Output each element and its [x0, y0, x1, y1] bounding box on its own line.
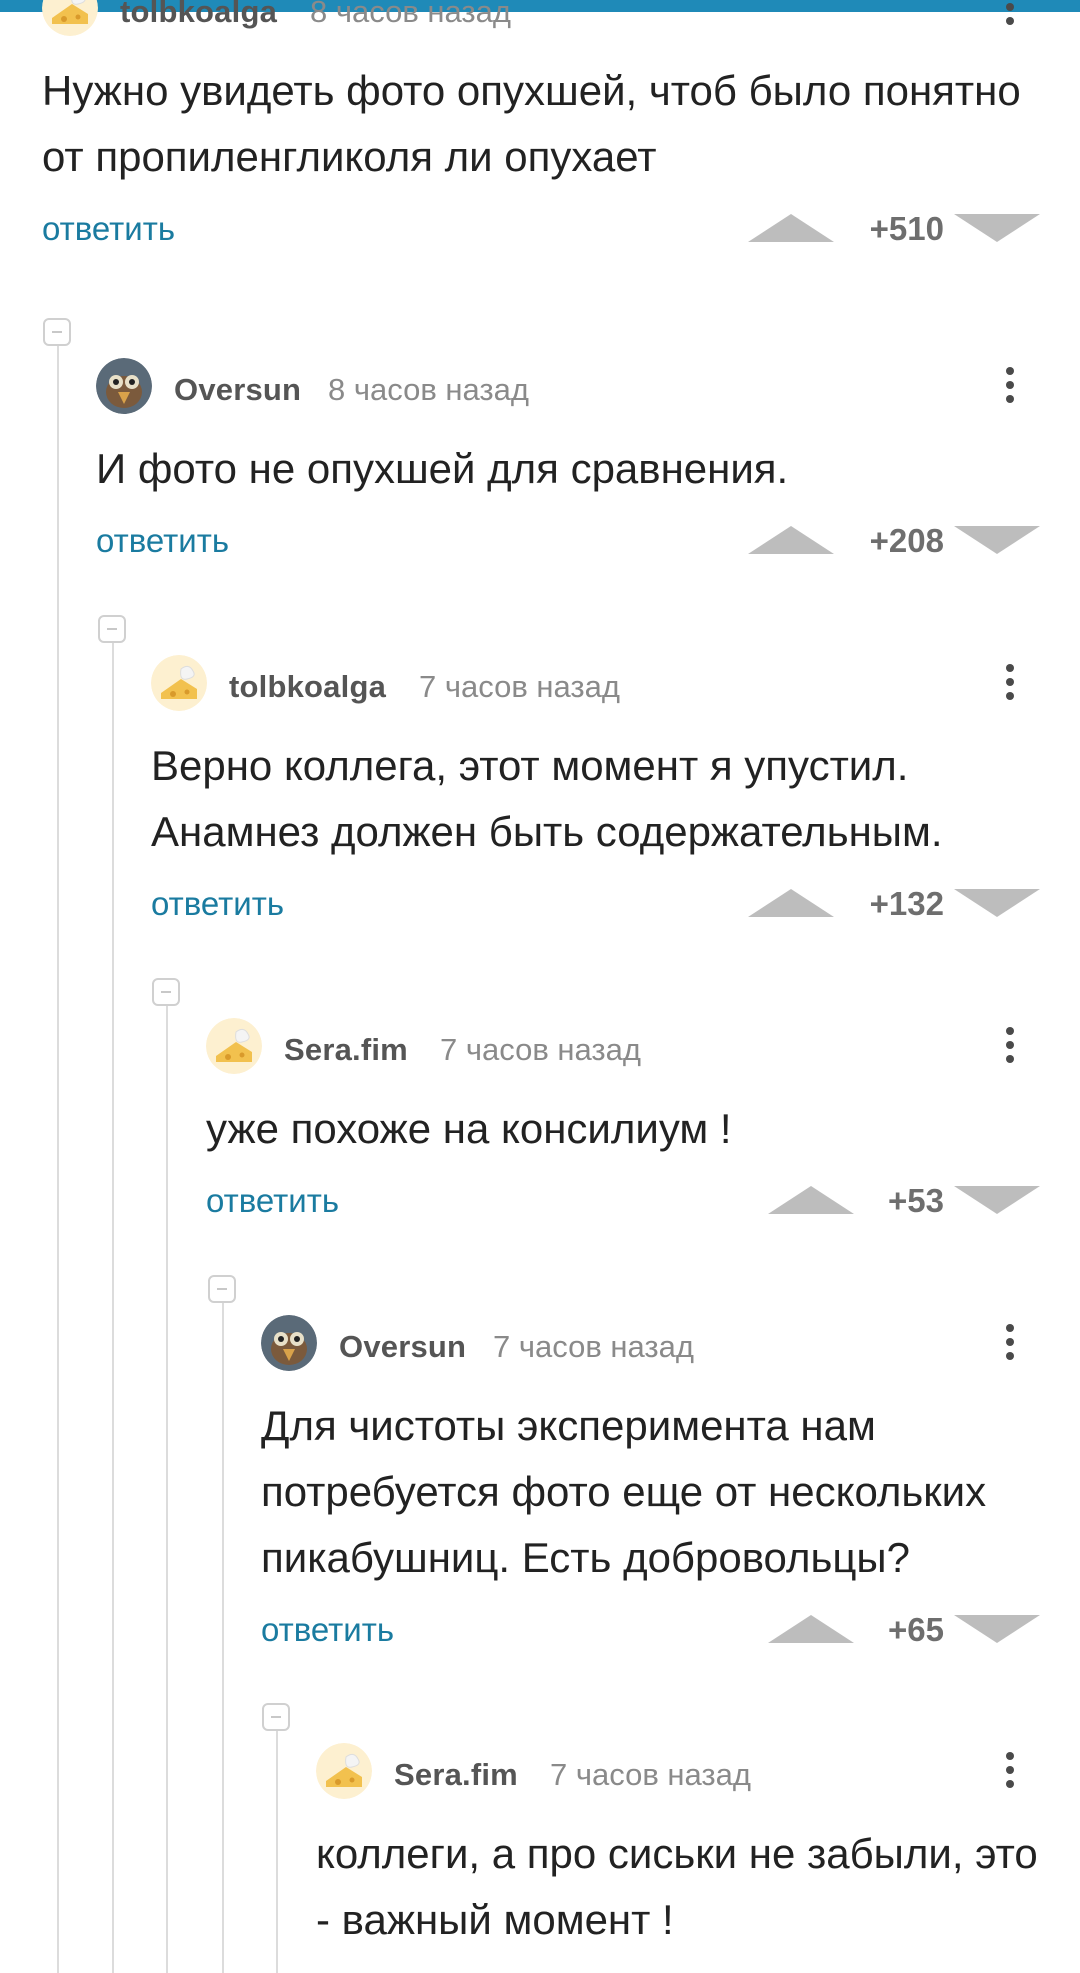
comment-time: 8 часов назад	[310, 0, 511, 29]
comment-thread: tolbkoalga 8 часов назад Нужно увидеть ф…	[0, 0, 1080, 1973]
thread-line	[222, 1303, 224, 1973]
triangle-up-icon[interactable]	[768, 1186, 854, 1214]
comment: Sera.fim 7 часов назад коллеги, а про си…	[316, 1743, 1080, 1953]
comment-text: уже похоже на консилиум !	[206, 1105, 732, 1152]
comment: tolbkoalga 8 часов назад Нужно увидеть ф…	[42, 0, 1080, 262]
comment-header: Oversun 7 часов назад	[261, 1315, 1080, 1375]
comment-footer: ответить +208	[96, 514, 1080, 574]
more-vertical-icon[interactable]	[1000, 1022, 1020, 1072]
cheese-avatar[interactable]	[206, 1018, 262, 1074]
comment-time: 7 часов назад	[440, 1032, 641, 1067]
more-vertical-icon[interactable]	[1000, 659, 1020, 709]
collapse-minus-icon[interactable]	[152, 978, 180, 1006]
thread-line	[166, 1006, 168, 1973]
author-name[interactable]: Oversun	[174, 372, 301, 408]
bird-avatar[interactable]	[261, 1315, 317, 1371]
more-vertical-icon[interactable]	[1000, 1319, 1020, 1369]
comment-footer: ответить +65	[261, 1603, 1080, 1663]
comment-text: Для чистоты эксперимента нам потребуется…	[261, 1402, 987, 1581]
triangle-down-icon[interactable]	[954, 526, 1040, 554]
cheese-avatar[interactable]	[316, 1743, 372, 1799]
more-vertical-icon[interactable]	[1000, 362, 1020, 412]
author-name[interactable]: tolbkoalga	[120, 0, 277, 30]
bird-avatar[interactable]	[96, 358, 152, 414]
collapse-minus-icon[interactable]	[262, 1703, 290, 1731]
comment-header: Sera.fim 7 часов назад	[316, 1743, 1080, 1803]
comment-text: Верно коллега, этот момент я упустил. Ан…	[151, 742, 943, 855]
comment: Sera.fim 7 часов назад уже похоже на кон…	[206, 1018, 1080, 1234]
comment-header: tolbkoalga 8 часов назад	[42, 0, 1080, 40]
comment-header: tolbkoalga 7 часов назад	[151, 655, 1080, 715]
comment-text: Нужно увидеть фото опухшей, чтоб было по…	[42, 67, 1021, 180]
thread-line	[276, 1731, 278, 1973]
comment-text: коллеги, а про сиськи не забыли, это - в…	[316, 1830, 1038, 1943]
more-vertical-icon[interactable]	[1000, 0, 1020, 34]
author-name[interactable]: Sera.fim	[284, 1032, 408, 1068]
comment-text: И фото не опухшей для сравнения.	[96, 445, 789, 492]
thread-line	[57, 346, 59, 1973]
triangle-up-icon[interactable]	[748, 526, 834, 554]
cheese-avatar[interactable]	[151, 655, 207, 711]
triangle-down-icon[interactable]	[954, 889, 1040, 917]
triangle-up-icon[interactable]	[748, 214, 834, 242]
comment-score: +510	[869, 210, 944, 247]
author-name[interactable]: Sera.fim	[394, 1757, 518, 1793]
comment: Oversun 8 часов назад И фото не опухшей …	[96, 358, 1080, 574]
reply-link[interactable]: ответить	[261, 1611, 394, 1649]
reply-link[interactable]: ответить	[96, 522, 229, 560]
comment-score: +53	[888, 1182, 944, 1219]
comment-time: 7 часов назад	[419, 669, 620, 704]
collapse-minus-icon[interactable]	[208, 1275, 236, 1303]
comment-score: +132	[869, 885, 944, 922]
reply-link[interactable]: ответить	[206, 1182, 339, 1220]
triangle-down-icon[interactable]	[954, 214, 1040, 242]
reply-link[interactable]: ответить	[151, 885, 284, 923]
comment-time: 8 часов назад	[328, 372, 529, 407]
comment-time: 7 часов назад	[493, 1329, 694, 1364]
comment-score: +65	[888, 1611, 944, 1648]
triangle-down-icon[interactable]	[954, 1186, 1040, 1214]
comment-footer: ответить +510	[42, 202, 1080, 262]
triangle-up-icon[interactable]	[748, 889, 834, 917]
collapse-minus-icon[interactable]	[43, 318, 71, 346]
comment-time: 7 часов назад	[550, 1757, 751, 1792]
comment: Oversun 7 часов назад Для чистоты экспер…	[261, 1315, 1080, 1663]
reply-link[interactable]: ответить	[42, 210, 175, 248]
collapse-minus-icon[interactable]	[98, 615, 126, 643]
author-name[interactable]: Oversun	[339, 1329, 466, 1365]
thread-line	[112, 643, 114, 1973]
comment-score: +208	[869, 522, 944, 559]
triangle-up-icon[interactable]	[768, 1615, 854, 1643]
triangle-down-icon[interactable]	[954, 1615, 1040, 1643]
comment-header: Sera.fim 7 часов назад	[206, 1018, 1080, 1078]
author-name[interactable]: tolbkoalga	[229, 669, 386, 705]
comment-footer: ответить +132	[151, 877, 1080, 937]
comment-header: Oversun 8 часов назад	[96, 358, 1080, 418]
comment: tolbkoalga 7 часов назад Верно коллега, …	[151, 655, 1080, 937]
comment-footer: ответить +53	[206, 1174, 1080, 1234]
more-vertical-icon[interactable]	[1000, 1747, 1020, 1797]
cheese-avatar[interactable]	[42, 0, 98, 36]
